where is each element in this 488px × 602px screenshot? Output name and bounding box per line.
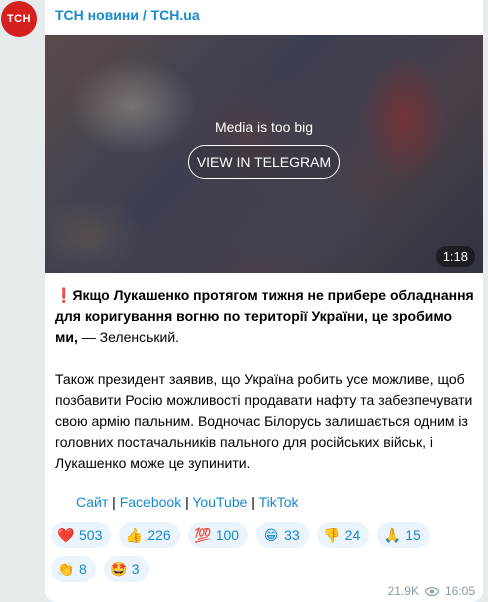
eye-icon [424,586,439,596]
video-duration: 1:18 [435,246,475,267]
reaction-thumbs-down[interactable]: 👎 24 [316,522,370,548]
reaction-star-struck[interactable]: 🤩 3 [103,556,149,582]
message-meta: 21.9K 16:05 [388,584,475,598]
link-separator: | [181,494,193,510]
grinning-face-icon: 😁 [263,527,279,543]
video-preview[interactable]: Media is too big VIEW IN TELEGRAM 1:18 [45,35,483,273]
message-time: 16:05 [444,584,475,598]
view-count: 21.9K [387,584,419,598]
message-bubble: ТСН новини / TCH.ua Media is too big VIE… [45,0,483,602]
channel-avatar[interactable]: ТСН [1,1,37,37]
star-struck-icon: 🤩 [110,561,128,577]
message-text: ❗Якщо Лукашенко протягом тижня не прибер… [55,285,475,474]
reaction-grin[interactable]: 😁 33 [256,522,309,548]
link-tiktok[interactable]: TikTok [259,494,299,510]
thumbs-up-icon: 👍 [125,527,144,543]
link-separator: | [108,494,120,510]
reaction-count: 15 [405,527,421,543]
link-youtube[interactable]: YouTube [192,494,247,510]
reaction-thumbs-up[interactable]: 👍 226 [119,522,180,548]
reaction-count: 3 [131,561,140,577]
link-facebook[interactable]: Facebook [120,494,181,510]
exclamation-icon: ❗ [55,287,73,303]
media-too-big-notice: Media is too big [214,119,314,135]
channel-name[interactable]: ТСН новини / TCH.ua [55,7,200,23]
folded-hands-icon: 🙏 [383,527,401,543]
link-separator: | [247,494,259,510]
reaction-heart[interactable]: ❤️ 503 [51,522,112,548]
link-site[interactable]: Сайт [76,494,108,510]
message-paragraph-1: ❗Якщо Лукашенко протягом тижня не прибер… [55,285,475,348]
red-heart-icon: ❤️ [57,527,75,543]
avatar-text: ТСН [6,13,32,25]
reaction-hundred[interactable]: 💯 100 [187,522,249,548]
reaction-count: 8 [79,561,87,577]
thumbs-down-icon: 👎 [322,527,341,543]
link-row: Сайт | Facebook | YouTube | TikTok [76,494,299,510]
message-paragraph-2: Також президент заявив, що Україна робит… [55,371,473,471]
reaction-count: 24 [344,527,361,543]
view-in-telegram-button[interactable]: VIEW IN TELEGRAM [188,145,340,179]
reaction-pray[interactable]: 🙏 15 [377,522,430,548]
reaction-clap[interactable]: 👏 8 [51,556,96,582]
reaction-count: 503 [79,527,103,543]
reaction-count: 100 [215,527,240,543]
reactions-bar: ❤️ 503 👍 226 💯 100 😁 33 👎 24 🙏 15 👏 8 🤩 [51,522,481,582]
hundred-points-icon: 💯 [194,527,212,543]
reaction-count: 33 [284,527,300,543]
reaction-count: 226 [147,527,171,543]
quote-attribution: — Зеленський. [77,329,180,345]
clapping-hands-icon: 👏 [57,561,75,577]
